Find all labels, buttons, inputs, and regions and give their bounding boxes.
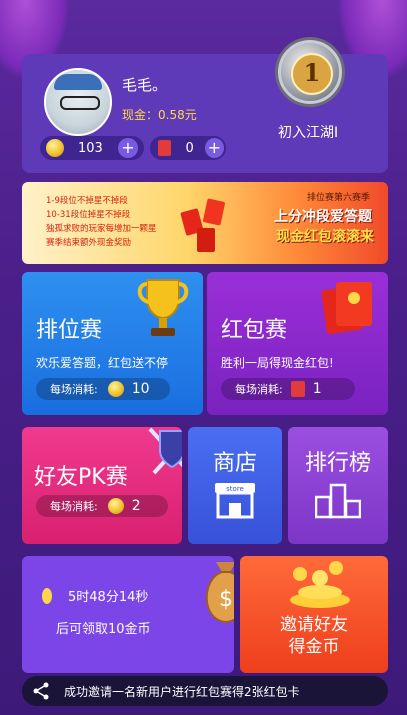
cost-label: 每场消耗: — [50, 383, 98, 396]
invite-line-1: 邀请好友 — [280, 615, 348, 635]
coin-balance-pill: 103 + — [40, 136, 144, 160]
svg-text:$: $ — [219, 587, 233, 612]
shop-tile[interactable]: 商店 store — [188, 427, 282, 544]
coin-count: 103 — [78, 140, 103, 156]
free-coins-timer-tile[interactable]: 5时48分14秒 后可领取10金币 $ — [22, 556, 234, 673]
banner-rule-2: 10-31段位掉星不掉段 — [46, 210, 131, 220]
cost-label: 每场消耗: — [235, 383, 283, 396]
coin-icon — [46, 139, 64, 157]
crossed-swords-icon — [148, 427, 182, 475]
qualifying-cost-pill: 每场消耗: 10 — [36, 378, 170, 400]
leaderboard-tile[interactable]: 排行榜 — [288, 427, 388, 544]
countdown-subtitle: 后可领取10金币 — [56, 622, 151, 637]
friend-pk-tile[interactable]: 好友PK赛 每场消耗: 2 — [22, 427, 182, 544]
friend-pk-title: 好友PK赛 — [34, 465, 128, 490]
banner-rule-3: 独孤求败的玩家每增加一颗星 — [46, 224, 157, 234]
rank-title: 初入江湖I — [278, 125, 339, 141]
cash-balance: 现金：0.58元 — [122, 108, 197, 122]
banner-season: 排位赛第六赛季 — [306, 193, 370, 203]
qualifying-subtitle: 欢乐爱答题，红包送不停 — [36, 356, 169, 370]
friend-pk-cost-pill: 每场消耗: 2 — [36, 495, 168, 517]
avatar[interactable] — [44, 68, 112, 136]
redpacket-match-tile[interactable]: 红包赛 胜利一局得现金红包! 每场消耗: 1 — [207, 272, 388, 415]
coins-icon — [290, 561, 350, 608]
trophy-icon — [137, 279, 189, 336]
season-banner[interactable]: 1-9段位不掉星不掉段 10-31段位掉星不掉段 独孤求败的玩家每增加一颗星 赛… — [22, 182, 388, 264]
invite-text: 邀请好友 得金币 — [240, 614, 388, 658]
redpacket-title: 红包赛 — [221, 318, 288, 343]
card-count: 0 — [185, 140, 194, 156]
red-envelope-icon — [321, 282, 372, 334]
notification-bar[interactable]: 成功邀请一名新用户进行红包赛得2张红包卡 — [22, 676, 388, 706]
clock-icon — [42, 588, 52, 604]
banner-slogan-1: 上分冲段爱答题 — [274, 209, 372, 225]
money-bag-icon: $ — [205, 562, 234, 624]
qualifying-cost: 10 — [131, 381, 150, 397]
countdown-text: 5时48分14秒 — [68, 590, 149, 605]
username: 毛毛。 — [122, 76, 168, 94]
cost-label: 每场消耗: — [50, 500, 98, 513]
qualifying-match-tile[interactable]: 排位赛 欢乐爱答题，红包送不停 每场消耗: 10 — [22, 272, 203, 415]
redpacket-card-icon — [290, 381, 305, 397]
share-icon[interactable] — [32, 682, 50, 700]
shop-title: 商店 — [212, 451, 257, 476]
redpacket-cost-pill: 每场消耗: 1 — [221, 378, 355, 400]
banner-rules: 1-9段位不掉星不掉段 10-31段位掉星不掉段 独孤求败的玩家每增加一颗星 赛… — [46, 194, 157, 250]
leaderboard-title: 排行榜 — [304, 451, 371, 476]
redpacket-card-icon — [158, 140, 172, 156]
invite-friends-tile[interactable]: 邀请好友 得金币 — [240, 556, 388, 673]
add-coins-button[interactable]: + — [118, 138, 138, 158]
banner-rule-4: 赛季结束额外现金奖励 — [46, 238, 132, 248]
card-balance-pill: 0 + — [150, 136, 226, 160]
rank-level: 1 — [291, 53, 333, 95]
redpacket-subtitle: 胜利一局得现金红包! — [221, 356, 334, 370]
coin-icon — [107, 381, 124, 397]
redpacket-cost: 1 — [312, 381, 322, 397]
red-envelopes-icon — [180, 198, 225, 252]
notification-message: 成功邀请一名新用户进行红包赛得2张红包卡 — [64, 684, 300, 699]
add-cards-button[interactable]: + — [204, 138, 225, 158]
qualifying-title: 排位赛 — [36, 318, 103, 343]
store-sign: store — [226, 485, 244, 493]
store-icon: store — [215, 483, 255, 519]
friend-pk-cost: 2 — [131, 498, 141, 514]
podium-icon — [315, 483, 361, 519]
rank-badge-icon[interactable]: 1 — [278, 40, 342, 104]
invite-line-2: 得金币 — [288, 637, 340, 657]
banner-rule-1: 1-9段位不掉星不掉段 — [46, 196, 128, 206]
banner-slogan-2: 现金红包滚滚来 — [276, 229, 374, 245]
coin-icon — [107, 498, 124, 514]
